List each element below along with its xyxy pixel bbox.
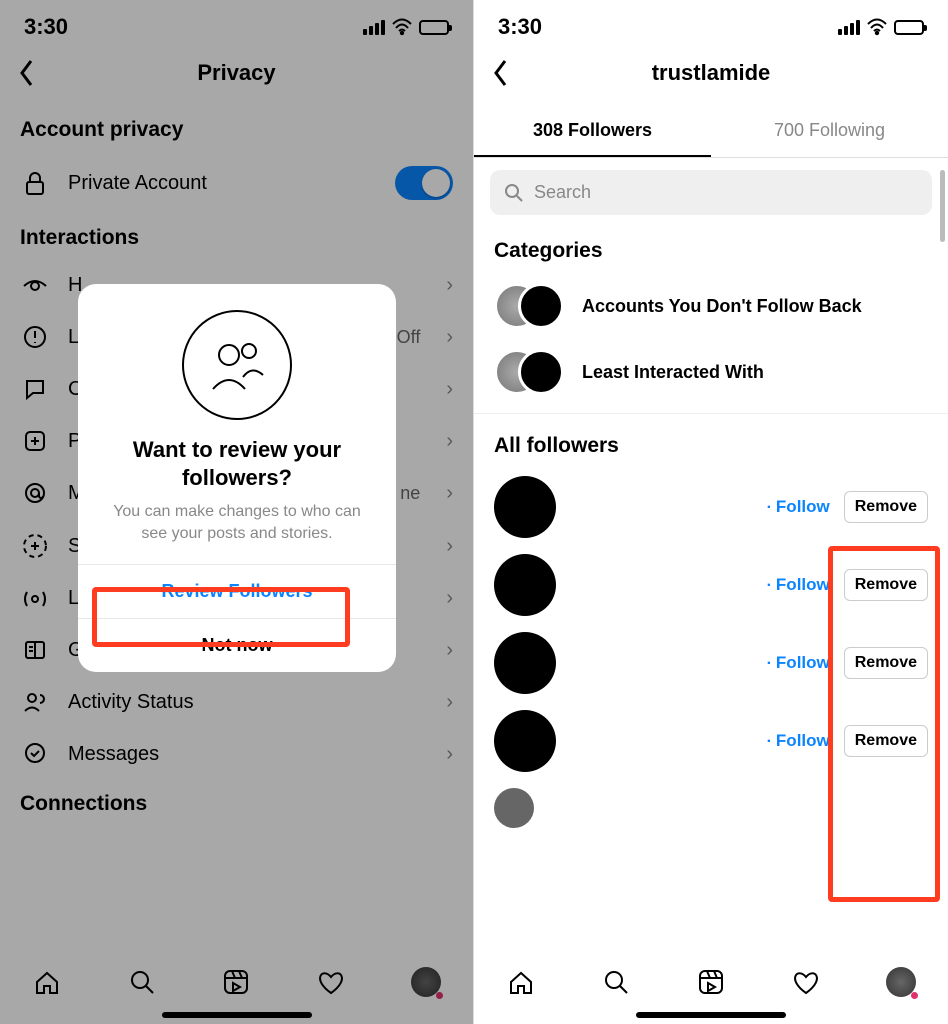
people-icon [182,310,292,420]
signal-icon [363,20,385,35]
chevron-right-icon: › [446,274,453,297]
status-icons [363,18,449,36]
signal-icon [838,20,860,35]
messages-row[interactable]: Messages› [0,728,473,780]
private-account-row: Private Account [0,152,473,214]
at-icon [20,481,50,505]
avatar[interactable] [494,476,556,538]
remove-button[interactable]: Remove [844,491,928,523]
back-button[interactable] [18,58,36,96]
page-title: Privacy [20,60,453,86]
eye-icon [20,276,50,296]
followers-screen: 3:30 trustlamide 308 Followers 700 Follo… [474,0,948,1024]
modal-title: Want to review your followers? [78,436,396,491]
private-account-toggle[interactable] [395,166,453,200]
review-followers-modal: Want to review your followers? You can m… [78,284,396,672]
heart-nav-icon[interactable] [791,967,821,997]
search-nav-icon[interactable] [127,967,157,997]
tab-following[interactable]: 700 Following [711,106,948,157]
home-icon[interactable] [506,967,536,997]
status-bar: 3:30 [474,0,948,50]
follower-row: ·Follow Remove [474,468,948,546]
page-title: trustlamide [494,60,928,86]
alert-icon [20,325,50,349]
not-now-button[interactable]: Not now [78,619,396,672]
follower-row [474,780,948,836]
heart-nav-icon[interactable] [316,967,346,997]
live-icon [20,589,50,609]
remove-button[interactable]: Remove [844,725,928,757]
avatar[interactable] [494,710,556,772]
follower-row: ·Follow Remove [474,546,948,624]
avatar [518,349,564,395]
bottom-nav [0,946,473,1024]
wifi-icon [866,18,888,36]
chevron-right-icon: › [446,326,453,349]
categories-label: Categories [474,227,948,273]
category-not-follow-back[interactable]: Accounts You Don't Follow Back [474,273,948,339]
status-time: 3:30 [498,14,542,40]
scrollbar[interactable] [940,170,945,242]
comment-icon [20,377,50,401]
chevron-right-icon: › [446,743,453,766]
activity-icon [20,690,50,714]
plus-square-icon [20,429,50,453]
follow-link[interactable]: Follow [776,497,830,516]
home-indicator [162,1012,312,1018]
battery-icon [894,20,924,35]
home-indicator [636,1012,786,1018]
chevron-right-icon: › [446,535,453,558]
privacy-screen: 3:30 Privacy Account privacy Private Acc… [0,0,474,1024]
chevron-right-icon: › [446,691,453,714]
battery-icon [419,20,449,35]
home-icon[interactable] [32,967,62,997]
guides-icon [20,638,50,662]
category-least-interacted[interactable]: Least Interacted With [474,339,948,405]
status-bar: 3:30 [0,0,473,50]
chevron-right-icon: › [446,587,453,610]
profile-nav-avatar[interactable] [411,967,441,997]
reels-icon[interactable] [221,967,251,997]
section-account-privacy: Account privacy [0,106,473,152]
wifi-icon [391,18,413,36]
bottom-nav [474,946,948,1024]
lock-icon [20,170,50,196]
follow-link[interactable]: Follow [776,731,830,750]
search-placeholder: Search [534,182,591,203]
follower-row: ·Follow Remove [474,624,948,702]
private-account-label: Private Account [68,172,207,195]
remove-button[interactable]: Remove [844,569,928,601]
reels-icon[interactable] [696,967,726,997]
chevron-right-icon: › [446,430,453,453]
section-interactions: Interactions [0,214,473,260]
search-icon [504,183,524,203]
back-button[interactable] [492,58,510,96]
tab-followers[interactable]: 308 Followers [474,106,711,157]
avatar[interactable] [494,554,556,616]
chevron-right-icon: › [446,378,453,401]
story-icon [20,533,50,559]
search-nav-icon[interactable] [601,967,631,997]
messenger-icon [20,742,50,766]
search-input[interactable]: Search [490,170,932,215]
avatar[interactable] [494,632,556,694]
all-followers-label: All followers [474,422,948,468]
chevron-right-icon: › [446,482,453,505]
followers-tabs: 308 Followers 700 Following [474,106,948,158]
profile-nav-avatar[interactable] [886,967,916,997]
follower-row: ·Follow Remove [474,702,948,780]
section-connections: Connections [0,780,473,826]
activity-status-row[interactable]: Activity Status› [0,676,473,728]
follow-link[interactable]: Follow [776,653,830,672]
status-icons [838,18,924,36]
modal-subtitle: You can make changes to who can see your… [78,491,396,564]
remove-button[interactable]: Remove [844,647,928,679]
chevron-right-icon: › [446,639,453,662]
review-followers-button[interactable]: Review Followers [78,565,396,618]
follow-link[interactable]: Follow [776,575,830,594]
avatar[interactable] [494,788,534,828]
avatar [518,283,564,329]
status-time: 3:30 [24,14,68,40]
